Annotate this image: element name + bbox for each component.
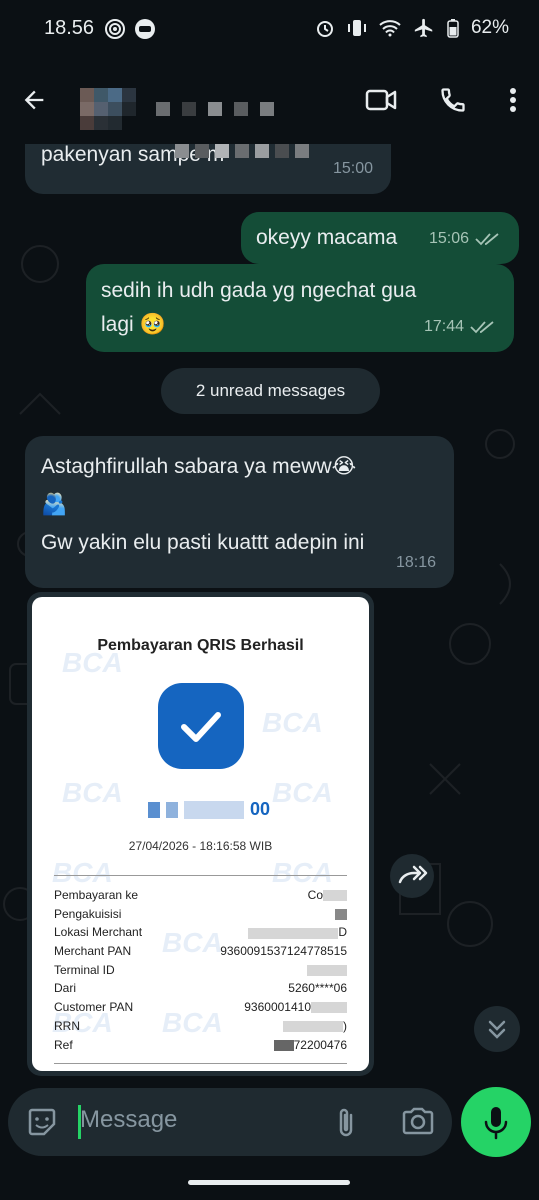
receipt-image[interactable]: BCA BCA BCA BCA BCA BCA BCA BCA BCA Pemb…: [32, 597, 369, 1071]
airplane-mode-icon: [414, 18, 433, 38]
message-incoming[interactable]: Astaghfirullah sabara ya meww😭 🫂 Gw yaki…: [25, 436, 454, 588]
arrow-left-icon[interactable]: [20, 86, 48, 114]
double-chevron-down-icon: [488, 1020, 506, 1039]
watermark: BCA: [52, 857, 113, 888]
message-incoming[interactable]: pakenyan sampe m 15:00: [25, 144, 391, 194]
watermark: BCA: [272, 857, 333, 888]
contact-name-redacted[interactable]: [80, 88, 274, 130]
receipt-details: Pembayaran ke Co Pengakuisisi Lokasi Merc…: [54, 887, 347, 1055]
divider: [54, 1063, 347, 1064]
message-notification-icon: [135, 19, 155, 39]
forward-icon: [398, 865, 428, 884]
receipt-row: Dari 5260****06: [54, 981, 347, 996]
message-time: 15:00: [332, 160, 373, 177]
receipt-row: Ref 72200476: [54, 1037, 347, 1052]
unread-messages-divider: 2 unread messages: [161, 368, 380, 414]
video-call-icon[interactable]: [365, 87, 397, 113]
message-meta: 17:44: [424, 310, 496, 344]
status-time: 18.56: [44, 17, 95, 39]
message-text: Astaghfirullah sabara ya meww😭 🫂 Gw yaki…: [41, 448, 364, 562]
amount-suffix: 00: [250, 799, 271, 819]
message-input[interactable]: Message: [80, 1106, 177, 1134]
message-line: Astaghfirullah sabara ya meww😭: [41, 455, 357, 478]
double-check-icon: [470, 321, 494, 334]
message-text: sedih ih udh gada yg ngechat gua lagi 🥹: [101, 274, 416, 342]
image-message-receipt[interactable]: BCA BCA BCA BCA BCA BCA BCA BCA BCA Pemb…: [27, 592, 374, 1076]
watermark: BCA: [272, 777, 333, 808]
watermark: BCA: [62, 777, 123, 808]
alarm-icon: [316, 21, 333, 37]
more-options-icon[interactable]: [509, 86, 517, 114]
battery-icon: [447, 19, 459, 38]
message-outgoing[interactable]: sedih ih udh gada yg ngechat gua lagi 🥹 …: [86, 264, 514, 352]
message-line: sedih ih udh gada yg ngechat gua: [101, 279, 417, 302]
double-check-icon: [475, 233, 499, 246]
hotspot-icon: [105, 19, 125, 39]
receipt-row: Lokasi Merchant D: [54, 925, 347, 940]
receipt-amount: 00: [148, 799, 270, 820]
forward-button[interactable]: [390, 854, 434, 898]
message-line: 🫂: [41, 493, 68, 516]
microphone-icon: [484, 1107, 508, 1140]
message-meta: 15:06: [429, 222, 501, 256]
chat-header: [0, 60, 539, 144]
message-text: okeyy macama: [256, 226, 398, 249]
redaction-blur: [175, 144, 309, 158]
divider: [54, 875, 347, 876]
message-time: 17:44: [423, 318, 464, 335]
receipt-row: Customer PAN 9360001410: [54, 999, 347, 1018]
message-time: 15:06: [428, 230, 469, 247]
status-bar: 18.56 62%: [0, 0, 539, 60]
emoji-sticker-icon[interactable]: [26, 1106, 58, 1138]
wifi-icon: [379, 20, 401, 37]
gesture-home-bar[interactable]: [188, 1180, 350, 1185]
attachment-icon[interactable]: [332, 1106, 360, 1140]
chat-area[interactable]: pakenyan sampe m 15:00 okeyy macama 15:0…: [0, 144, 539, 1084]
message-time: 18:16: [395, 554, 436, 571]
receipt-row: Terminal ID: [54, 962, 347, 981]
vibrate-icon: [347, 20, 366, 36]
receipt-row: Pengakuisisi: [54, 906, 347, 925]
voice-call-icon[interactable]: [439, 86, 467, 114]
receipt-title: Pembayaran QRIS Berhasil: [97, 637, 304, 654]
receipt-row: Pembayaran ke Co: [54, 887, 347, 906]
success-check-badge: [158, 683, 244, 769]
message-composer[interactable]: Message: [8, 1088, 452, 1156]
message-line: Gw yakin elu pasti kuattt adepin ini: [41, 531, 365, 554]
scroll-to-bottom-button[interactable]: [474, 1006, 520, 1052]
camera-icon[interactable]: [401, 1106, 435, 1136]
watermark: BCA: [262, 707, 323, 738]
message-meta: 15:00: [333, 152, 373, 186]
receipt-row: RRN): [54, 1018, 347, 1033]
receipt-datetime: 27/04/2026 - 18:16:58 WIB: [128, 839, 273, 853]
message-outgoing[interactable]: okeyy macama 15:06: [241, 212, 519, 264]
message-meta: 18:16: [396, 546, 436, 580]
voice-message-button[interactable]: [461, 1087, 531, 1157]
checkmark-icon: [181, 712, 221, 742]
receipt-row: Merchant PAN 9360091537124778515: [54, 944, 347, 959]
message-line: lagi 🥹: [101, 313, 166, 336]
battery-percent: 62%: [470, 17, 509, 38]
